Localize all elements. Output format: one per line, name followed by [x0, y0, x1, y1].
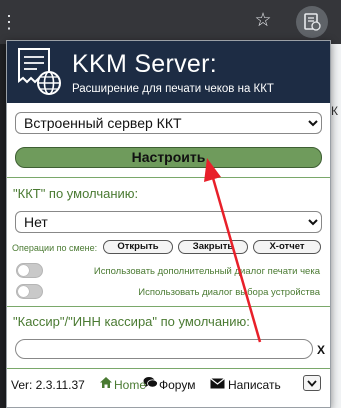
extra-dialog-label: Использовать дополнительный диалог печат…: [93, 266, 320, 277]
comments-icon[interactable]: [143, 376, 158, 389]
chevron-down-icon: [307, 380, 317, 387]
popup-header: KKM Server: Расширение для печати чеков …: [7, 41, 330, 103]
close-shift-button[interactable]: Закрыть: [178, 240, 248, 254]
star-icon[interactable]: ☆: [252, 10, 274, 32]
write-link[interactable]: Написать: [228, 378, 281, 392]
cashier-default-label: "Кассир"/"ИНН кассира" по умолчанию:: [13, 314, 250, 329]
version-text: Ver: 2.3.11.37: [11, 378, 85, 392]
device-dialog-label: Использовать диалог выбора устройства: [138, 287, 320, 298]
expand-button[interactable]: [303, 375, 321, 391]
extension-popup: KKM Server: Расширение для печати чеков …: [6, 40, 331, 408]
receipt-globe-icon: [15, 47, 63, 102]
x-report-button[interactable]: X-отчет: [253, 240, 321, 254]
forum-link[interactable]: Форум: [159, 378, 195, 392]
shift-ops-label: Операции по смене:: [12, 243, 98, 253]
extra-dialog-toggle[interactable]: [16, 263, 43, 278]
open-shift-button[interactable]: Открыть: [103, 240, 173, 254]
envelope-icon[interactable]: [210, 378, 225, 389]
divider: [7, 368, 330, 369]
page-behind-popup: К: [330, 44, 341, 408]
divider: [7, 177, 330, 178]
browser-toolbar: ⋮ ☆: [0, 0, 341, 44]
setup-button[interactable]: Настроить: [15, 147, 322, 168]
cashier-input[interactable]: [15, 339, 313, 359]
server-select[interactable]: Встроенный сервер ККТ: [15, 112, 322, 134]
home-icon[interactable]: [99, 376, 113, 389]
cashier-clear-button[interactable]: X: [317, 343, 325, 357]
home-link[interactable]: Home: [114, 378, 146, 392]
popup-title: KKM Server:: [72, 50, 217, 78]
popup-subtitle: Расширение для печати чеков на ККТ: [72, 83, 274, 95]
popup-footer: Ver: 2.3.11.37 Home Форум Написать: [7, 370, 330, 407]
toolbar-overflow-icon[interactable]: ⋮: [0, 0, 18, 44]
behind-text: К: [331, 104, 338, 118]
divider: [7, 306, 330, 307]
kkt-default-label: "ККТ" по умолчанию:: [13, 186, 139, 201]
kkt-select[interactable]: Нет: [15, 211, 322, 233]
kkm-extension-icon[interactable]: [296, 6, 328, 38]
device-dialog-toggle[interactable]: [16, 284, 43, 299]
